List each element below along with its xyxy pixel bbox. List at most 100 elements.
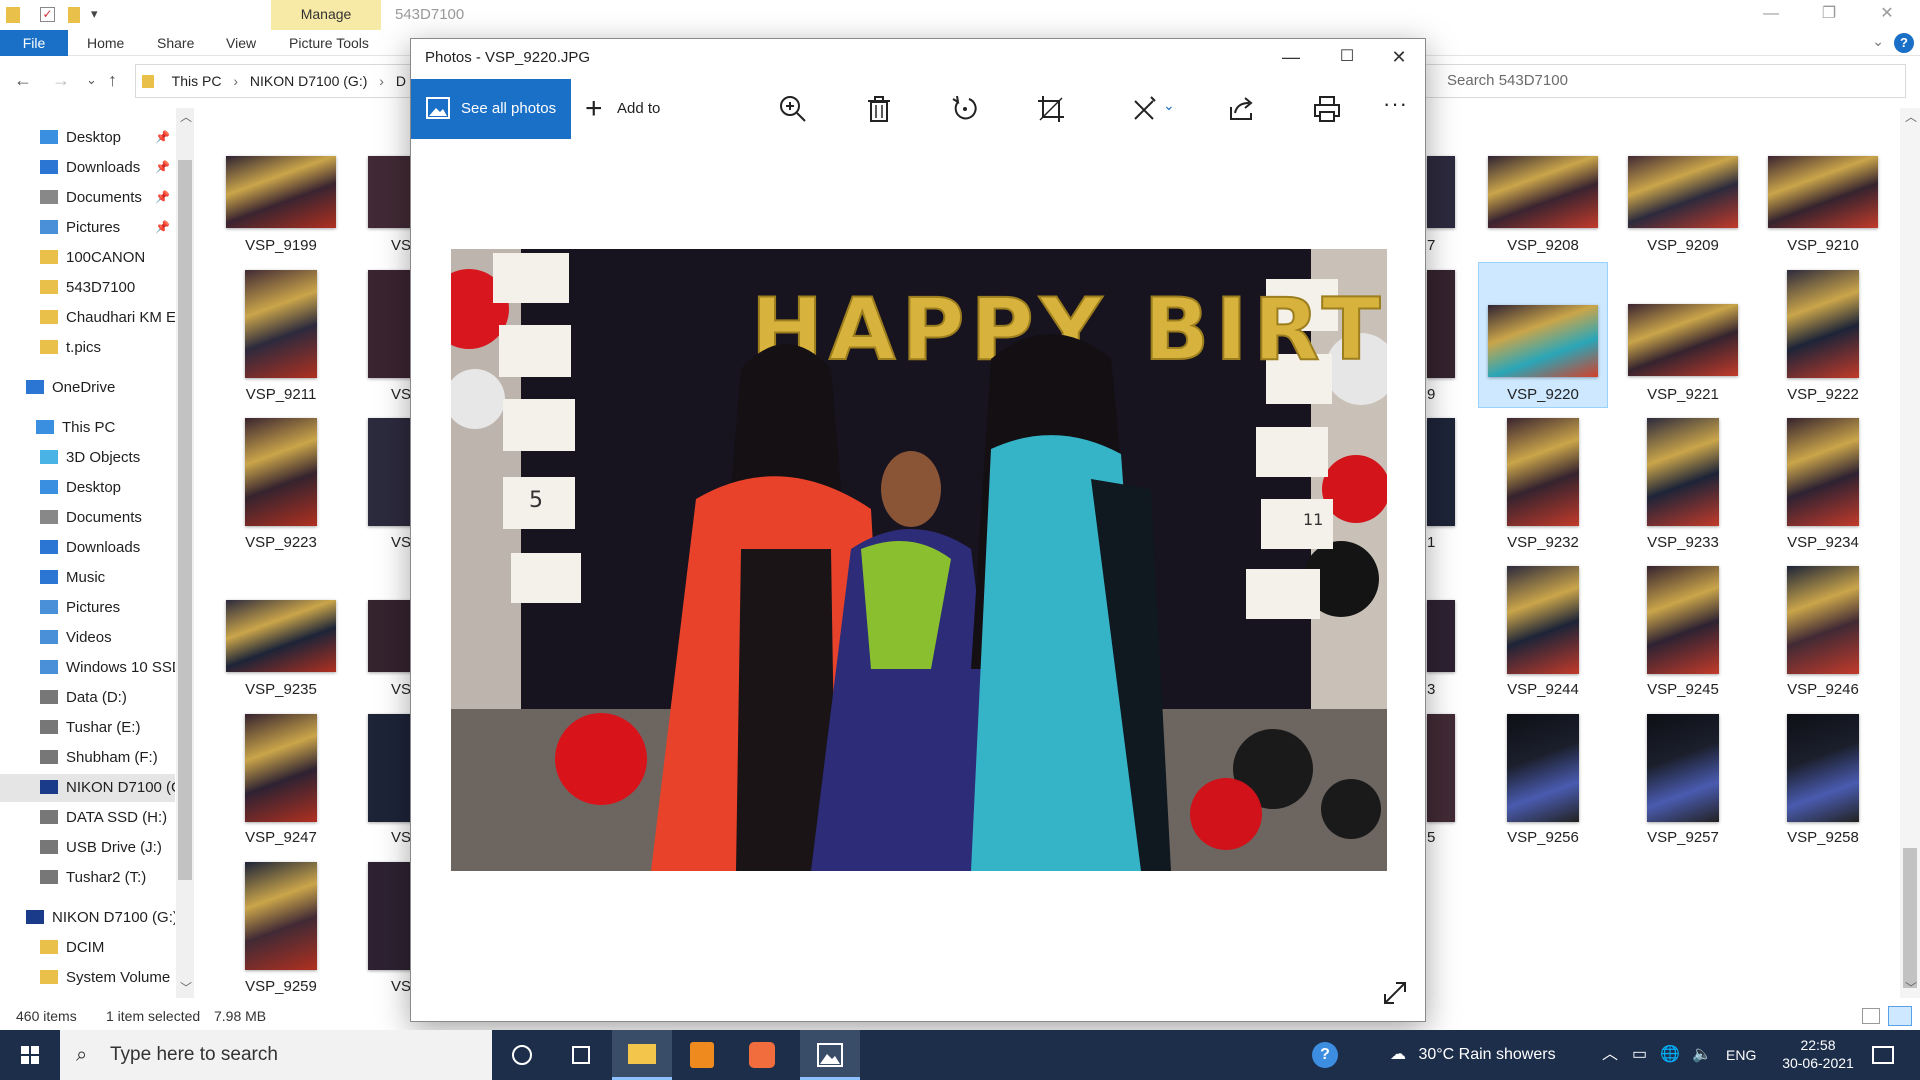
see-all-photos-button[interactable]: See all photos	[411, 79, 571, 139]
nav-item[interactable]: DATA SSD (H:)	[40, 804, 167, 832]
scroll-up-icon[interactable]: ︿	[180, 108, 192, 125]
chevron-down-icon[interactable]: ⌄	[1163, 97, 1175, 114]
nav-item[interactable]: Tushar (E:)	[40, 714, 140, 742]
nav-item-label: Desktop	[66, 129, 122, 146]
close-icon[interactable]: ✕	[1371, 39, 1427, 75]
nav-item[interactable]: Desktop	[40, 474, 121, 502]
large-icons-view-icon[interactable]	[1888, 1006, 1912, 1026]
breadcrumb-nikon[interactable]: NIKON D7100 (G:)	[250, 73, 367, 89]
file-thumbnail-selected[interactable]: VSP_9220	[1478, 262, 1608, 408]
close-icon[interactable]: ✕	[1858, 0, 1916, 30]
nav-item[interactable]: Data (D:)	[40, 684, 127, 712]
nav-item[interactable]: Videos	[40, 624, 112, 652]
start-button[interactable]	[0, 1030, 60, 1080]
taskbar-search-box[interactable]: ⌕ Type here to search	[60, 1030, 492, 1080]
minimize-icon[interactable]: —	[1263, 39, 1319, 75]
clock[interactable]: 22:58 30-06-2021	[1778, 1030, 1858, 1080]
search-input[interactable]: Search 543D7100	[1418, 64, 1906, 98]
photos-taskbar-button[interactable]	[800, 1030, 860, 1080]
qat-dropdown-icon[interactable]: ▾	[91, 6, 98, 24]
nav-item[interactable]: DCIM	[40, 934, 104, 962]
help-icon[interactable]: ?	[1894, 33, 1914, 53]
scroll-up-icon[interactable]: ︿	[1905, 108, 1917, 125]
file-explorer-taskbar-button[interactable]	[612, 1030, 672, 1080]
restore-icon[interactable]: ❐	[1800, 0, 1858, 30]
zoom-icon[interactable]	[777, 93, 809, 125]
nav-item[interactable]: Downloads	[40, 154, 140, 182]
properties-icon[interactable]: ✓	[40, 7, 55, 22]
rotate-icon[interactable]	[949, 93, 981, 125]
nav-item[interactable]: Pictures	[40, 214, 120, 242]
nav-item[interactable]: Downloads	[40, 534, 140, 562]
breadcrumb-folder[interactable]: D	[396, 73, 406, 89]
breadcrumb-this-pc[interactable]: This PC	[172, 73, 222, 89]
minimize-icon[interactable]: —	[1742, 0, 1800, 30]
nav-item[interactable]: 543D7100	[40, 274, 135, 302]
task-view-button[interactable]	[552, 1030, 612, 1080]
new-folder-icon[interactable]	[68, 7, 80, 23]
photo-viewer-image[interactable]: 5 11 HAPPY BIRTHDAY	[451, 249, 1387, 871]
cortana-button[interactable]	[492, 1030, 552, 1080]
grid-scrollbar[interactable]: ︿ ﹀	[1900, 108, 1920, 998]
edit-create-icon[interactable]	[1129, 93, 1161, 125]
crop-icon[interactable]	[1035, 93, 1067, 125]
notifications-icon[interactable]	[1872, 1030, 1894, 1080]
nav-item[interactable]: Tushar2 (T:)	[40, 864, 146, 892]
help-tray-icon[interactable]: ?	[1312, 1030, 1338, 1080]
nav-scroll-thumb[interactable]	[178, 160, 192, 880]
tab-picture-tools[interactable]: Picture Tools	[289, 30, 369, 56]
chevron-down-icon[interactable]: ⌄	[1872, 33, 1884, 50]
battery-icon[interactable]: ▭	[1632, 1030, 1647, 1080]
nav-item[interactable]: 3D Objects	[40, 444, 140, 472]
scroll-down-icon[interactable]: ﹀	[180, 979, 192, 996]
tab-view[interactable]: View	[226, 30, 256, 56]
maximize-icon[interactable]: ☐	[1319, 39, 1375, 75]
details-view-icon[interactable]	[1862, 1008, 1880, 1024]
nav-item[interactable]: Shubham (F:)	[40, 744, 158, 772]
full-screen-icon[interactable]	[1381, 979, 1409, 1007]
nav-item[interactable]: Windows 10 SSD	[40, 654, 175, 682]
xampp-taskbar-button[interactable]	[732, 1030, 792, 1080]
nav-item[interactable]: Desktop	[40, 124, 121, 152]
back-icon[interactable]: ←	[14, 70, 32, 91]
volume-icon[interactable]: 🔈	[1692, 1030, 1712, 1080]
thumbnail-image	[1787, 566, 1859, 674]
delete-icon[interactable]	[863, 93, 895, 125]
language-indicator[interactable]: ENG	[1726, 1030, 1756, 1080]
tab-file[interactable]: File	[0, 30, 68, 56]
nav-item-label: Desktop	[66, 479, 122, 496]
nav-item[interactable]: Documents	[40, 184, 142, 212]
address-bar[interactable]: This PC › NIKON D7100 (G:) › D	[135, 64, 420, 98]
nav-item[interactable]: OneDrive	[26, 374, 115, 402]
add-to-button[interactable]: + Add to	[581, 79, 660, 139]
nav-item[interactable]: This PC	[36, 414, 115, 442]
nav-item[interactable]: Documents	[40, 504, 142, 532]
up-icon[interactable]: ↑	[108, 70, 117, 91]
nav-item[interactable]: NIKON D7100 (G	[0, 774, 175, 802]
nav-item[interactable]: Music	[40, 564, 105, 592]
weather-widget[interactable]: ☁ 30°C Rain showers	[1390, 1030, 1556, 1080]
show-hidden-icons[interactable]: ︿	[1602, 1030, 1618, 1080]
more-options-icon[interactable]: ···	[1383, 91, 1408, 117]
nav-item[interactable]: Chaudhari KM Er	[40, 304, 175, 332]
grid-scroll-thumb[interactable]	[1903, 848, 1917, 988]
pin-icon: 📌	[155, 130, 170, 144]
nav-item-label: Documents	[66, 509, 142, 526]
nav-item[interactable]: NIKON D7100 (G:)	[26, 904, 175, 932]
scroll-down-icon[interactable]: ﹀	[1905, 979, 1917, 996]
nav-item[interactable]: t.pics	[40, 334, 101, 362]
forward-icon[interactable]: →	[52, 70, 70, 91]
recent-locations-icon[interactable]: ⌄	[86, 72, 97, 88]
nav-scrollbar[interactable]: ︿ ﹀	[176, 108, 194, 998]
nav-item[interactable]: Pictures	[40, 594, 120, 622]
network-icon[interactable]: 🌐	[1660, 1030, 1680, 1080]
sublime-text-taskbar-button[interactable]	[672, 1030, 732, 1080]
print-icon[interactable]	[1311, 93, 1343, 125]
manage-tab[interactable]: Manage	[271, 0, 381, 30]
tab-share[interactable]: Share	[157, 30, 194, 56]
tab-home[interactable]: Home	[87, 30, 124, 56]
share-icon[interactable]	[1225, 93, 1257, 125]
nav-item[interactable]: 100CANON	[40, 244, 145, 272]
nav-item[interactable]: USB Drive (J:)	[40, 834, 162, 862]
nav-item[interactable]: System Volume I	[40, 964, 175, 992]
